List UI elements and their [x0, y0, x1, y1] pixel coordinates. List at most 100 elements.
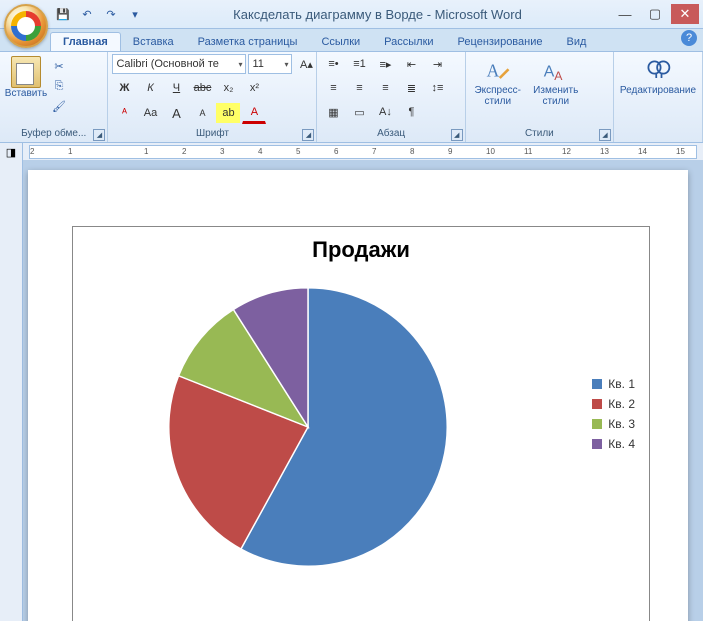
- chart-title: Продажи: [73, 237, 649, 263]
- font-launcher[interactable]: ◢: [302, 129, 314, 141]
- paste-label: Вставить: [5, 88, 47, 99]
- legend-item: Кв. 2: [592, 397, 635, 411]
- legend-swatch: [592, 419, 602, 429]
- group-styles-label: Стили: [470, 127, 609, 140]
- tab-рассылки[interactable]: Рассылки: [372, 33, 445, 51]
- help-icon[interactable]: ?: [681, 30, 697, 46]
- document-area[interactable]: Продажи Кв. 1 Кв. 2 Кв. 3 Кв. 4: [0, 160, 703, 621]
- quick-styles-button[interactable]: A Экспресс-стили: [470, 54, 526, 107]
- quick-styles-icon: A: [484, 57, 512, 85]
- titlebar: 💾 ↶ ↷ ▾ Каксделать диаграмму в Ворде - M…: [0, 0, 703, 29]
- window-title: Каксделать диаграмму в Ворде - Microsoft…: [144, 7, 611, 22]
- legend-label: Кв. 3: [608, 417, 635, 431]
- styles-launcher[interactable]: ◢: [599, 129, 611, 141]
- group-paragraph-label: Абзац: [321, 127, 460, 140]
- underline-button[interactable]: Ч: [164, 78, 188, 98]
- view-selector[interactable]: ◨: [0, 143, 23, 161]
- page: Продажи Кв. 1 Кв. 2 Кв. 3 Кв. 4: [28, 170, 688, 621]
- align-right-icon[interactable]: ≡: [373, 78, 397, 98]
- legend-label: Кв. 4: [608, 437, 635, 451]
- legend-label: Кв. 2: [608, 397, 635, 411]
- bold-button[interactable]: Ж: [112, 78, 136, 98]
- redo-icon[interactable]: ↷: [102, 5, 120, 23]
- cut-icon[interactable]: ✂: [50, 58, 68, 74]
- close-button[interactable]: ✕: [671, 4, 699, 24]
- paste-button[interactable]: Вставить: [4, 54, 48, 99]
- editing-button[interactable]: Редактирование: [618, 54, 698, 96]
- find-icon: [644, 57, 672, 85]
- svg-text:A: A: [554, 69, 563, 83]
- grow-font-button[interactable]: A: [164, 103, 188, 123]
- shading-icon[interactable]: ▦: [321, 102, 345, 122]
- change-styles-button[interactable]: AA Изменить стили: [528, 54, 584, 107]
- grow-font-icon[interactable]: A▴: [294, 54, 318, 74]
- tab-ссылки[interactable]: Ссылки: [309, 33, 372, 51]
- chart-legend: Кв. 1 Кв. 2 Кв. 3 Кв. 4: [592, 377, 635, 457]
- justify-icon[interactable]: ≣: [399, 78, 423, 98]
- office-button[interactable]: [4, 4, 48, 48]
- tab-рецензирование[interactable]: Рецензирование: [446, 33, 555, 51]
- group-clipboard: Вставить ✂ ⎘ 🖌 Буфер обме... ◢: [0, 52, 108, 142]
- quick-access-toolbar: 💾 ↶ ↷ ▾: [54, 5, 144, 23]
- clear-format-icon[interactable]: ᴬ: [112, 103, 136, 123]
- superscript-button[interactable]: x²: [242, 78, 266, 98]
- legend-item: Кв. 1: [592, 377, 635, 391]
- ribbon: Вставить ✂ ⎘ 🖌 Буфер обме... ◢ Calibri (…: [0, 51, 703, 143]
- window-controls: — ▢ ✕: [611, 4, 699, 24]
- legend-item: Кв. 3: [592, 417, 635, 431]
- legend-label: Кв. 1: [608, 377, 635, 391]
- ruler-scale[interactable]: 21123456789101112131415: [29, 145, 697, 159]
- borders-icon[interactable]: ▭: [347, 102, 371, 122]
- font-size-combo[interactable]: 11▾: [248, 54, 292, 74]
- strike-button[interactable]: abc: [190, 78, 214, 98]
- legend-swatch: [592, 439, 602, 449]
- legend-swatch: [592, 399, 602, 409]
- save-icon[interactable]: 💾: [54, 5, 72, 23]
- ribbon-tabs: ГлавнаяВставкаРазметка страницыСсылкиРас…: [50, 29, 703, 51]
- bullets-icon[interactable]: ≡•: [321, 54, 345, 74]
- minimize-button[interactable]: —: [611, 4, 639, 24]
- svg-text:A: A: [543, 63, 554, 80]
- svg-text:A: A: [486, 60, 499, 80]
- group-font-label: Шрифт: [112, 127, 312, 140]
- chart-object[interactable]: Продажи Кв. 1 Кв. 2 Кв. 3 Кв. 4: [72, 226, 650, 621]
- change-case-button[interactable]: Aa: [138, 103, 162, 123]
- sort-icon[interactable]: A↓: [373, 102, 397, 122]
- line-spacing-icon[interactable]: ↕≡: [425, 78, 449, 98]
- numbering-icon[interactable]: ≡1: [347, 54, 371, 74]
- ruler-vertical[interactable]: [0, 160, 23, 621]
- italic-button[interactable]: К: [138, 78, 162, 98]
- font-color-button[interactable]: A: [242, 102, 266, 124]
- indent-inc-icon[interactable]: ⇥: [425, 54, 449, 74]
- group-font: Calibri (Основной те▾ 11▾ A▴ Ж К Ч abc x…: [108, 52, 317, 142]
- highlight-button[interactable]: ab: [216, 103, 240, 123]
- group-clipboard-label: Буфер обме...: [4, 127, 103, 140]
- group-styles: A Экспресс-стили AA Изменить стили Стили…: [466, 52, 614, 142]
- legend-item: Кв. 4: [592, 437, 635, 451]
- tab-вставка[interactable]: Вставка: [121, 33, 186, 51]
- copy-icon[interactable]: ⎘: [50, 78, 68, 94]
- paragraph-launcher[interactable]: ◢: [451, 129, 463, 141]
- format-painter-icon[interactable]: 🖌: [50, 98, 68, 114]
- paste-icon: [11, 56, 41, 88]
- change-styles-icon: AA: [542, 57, 570, 85]
- tab-главная[interactable]: Главная: [50, 32, 121, 51]
- align-center-icon[interactable]: ≡: [347, 78, 371, 98]
- clipboard-launcher[interactable]: ◢: [93, 129, 105, 141]
- maximize-button[interactable]: ▢: [641, 4, 669, 24]
- group-paragraph: ≡• ≡1 ≡▸ ⇤ ⇥ ≡ ≡ ≡ ≣ ↕≡ ▦ ▭ A↓ ¶: [317, 52, 465, 142]
- group-editing: Редактирование: [614, 52, 703, 142]
- word-window: 💾 ↶ ↷ ▾ Каксделать диаграмму в Ворде - M…: [0, 0, 703, 621]
- legend-swatch: [592, 379, 602, 389]
- shrink-font-button[interactable]: A: [190, 103, 214, 123]
- align-left-icon[interactable]: ≡: [321, 78, 345, 98]
- subscript-button[interactable]: x₂: [216, 78, 240, 98]
- font-name-combo[interactable]: Calibri (Основной те▾: [112, 54, 246, 74]
- show-marks-icon[interactable]: ¶: [399, 102, 423, 122]
- indent-dec-icon[interactable]: ⇤: [399, 54, 423, 74]
- multilevel-icon[interactable]: ≡▸: [373, 54, 397, 74]
- tab-разметка страницы[interactable]: Разметка страницы: [186, 33, 310, 51]
- qat-customize-icon[interactable]: ▾: [126, 5, 144, 23]
- undo-icon[interactable]: ↶: [78, 5, 96, 23]
- tab-вид[interactable]: Вид: [555, 33, 599, 51]
